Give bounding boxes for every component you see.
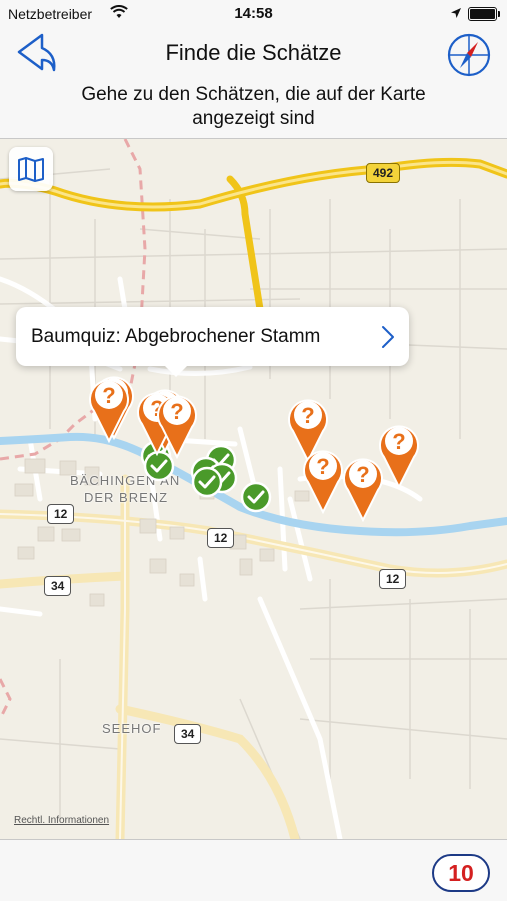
map-icon [18, 157, 44, 182]
town-label-line2: DER BRENZ [84, 490, 169, 505]
question-pin-icon[interactable]: ? [152, 389, 202, 459]
road-shield-12: 12 [47, 504, 75, 524]
checkmark-icon[interactable] [240, 481, 272, 513]
instruction-text: Gehe zu den Schätzen, die auf der Karte … [81, 84, 426, 129]
pin-callout[interactable]: Baumquiz: Abgebrochener Stamm [16, 307, 409, 377]
svg-text:?: ? [392, 429, 405, 454]
road-shield-34: 34 [44, 576, 72, 596]
svg-text:?: ? [356, 462, 369, 487]
clock: 14:58 [234, 5, 273, 22]
chevron-right-icon[interactable] [381, 325, 395, 349]
road-shield-34: 34 [174, 724, 202, 744]
question-pin-icon[interactable]: ? [338, 452, 388, 522]
svg-text:?: ? [170, 399, 183, 424]
road-shield-12: 12 [379, 569, 407, 589]
question-pin-icon[interactable]: ? [84, 373, 134, 443]
compass-icon [447, 33, 491, 77]
place-label-seehof: SEEHOF [102, 721, 162, 736]
svg-text:?: ? [316, 454, 329, 479]
road-shield-12: 12 [207, 528, 235, 548]
svg-text:?: ? [301, 403, 314, 428]
back-button[interactable] [14, 32, 60, 76]
treasure-counter[interactable]: 10 [432, 854, 490, 892]
legal-info-link[interactable]: Rechtl. Informationen [14, 815, 109, 826]
checkmark-icon[interactable] [191, 466, 223, 498]
map-type-button[interactable] [9, 147, 53, 191]
road-shield-492: 492 [366, 163, 401, 183]
page-title: Finde die Schätze [165, 40, 342, 65]
status-bar: Netzbetreiber 14:58 [0, 0, 507, 28]
navigation-bar: Finde die Schätze Gehe zu den Schätzen, … [0, 28, 507, 139]
bottom-toolbar: 10 [0, 839, 507, 901]
map-view[interactable]: 492 12 12 12 34 34 BÄCHINGEN AN DER BREN… [0, 139, 507, 839]
back-arrow-icon [17, 33, 56, 72]
callout-title: Baumquiz: Abgebrochener Stamm [31, 326, 321, 347]
battery-icon [468, 7, 500, 21]
compass-button[interactable] [446, 32, 492, 78]
location-arrow-icon [450, 6, 462, 24]
svg-text:?: ? [102, 383, 115, 408]
